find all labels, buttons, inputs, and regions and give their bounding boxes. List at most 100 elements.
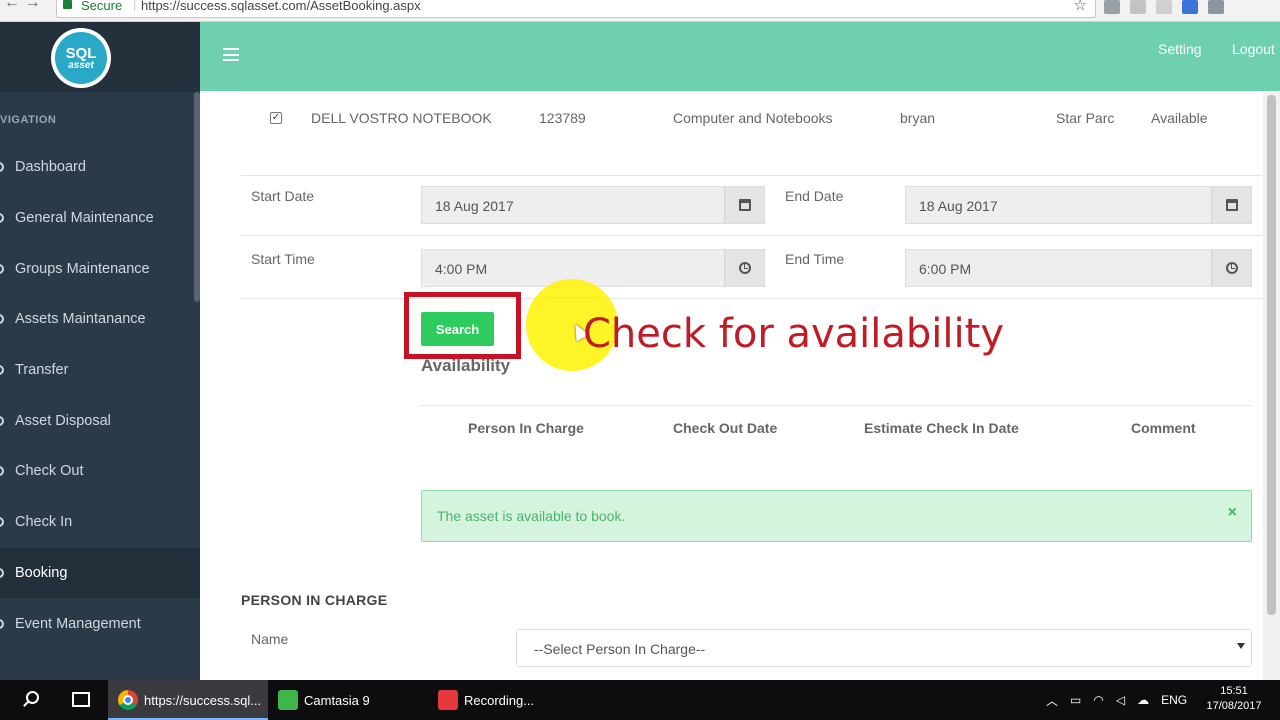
circle-icon [0, 618, 4, 629]
asset-table-row[interactable]: ✓ DELL VOSTRO NOTEBOOK 123789 Computer a… [241, 91, 1252, 143]
sidebar-item-transfer[interactable]: Transfer [0, 345, 200, 396]
column-header-person-in-charge: Person In Charge [468, 420, 584, 436]
sidebar-item-label: Assets Maintanance [15, 311, 146, 328]
sidebar-item-event-management[interactable]: Event Management [0, 598, 200, 649]
calendar-icon [738, 199, 751, 211]
start-date-label: Start Date [251, 188, 315, 204]
recording-icon [438, 690, 458, 710]
circle-icon [0, 466, 4, 477]
logo-text-asset: asset [68, 59, 94, 71]
column-header-check-out-date: Check Out Date [673, 420, 778, 436]
sidebar-item-label: Check In [15, 514, 73, 531]
taskbar-app-camtasia[interactable]: Camtasia 9 [268, 680, 428, 720]
end-date-picker-button[interactable] [1211, 187, 1251, 223]
calendar-icon [1225, 199, 1238, 211]
task-view-icon[interactable] [72, 692, 90, 707]
sidebar-item-label: Event Management [15, 615, 141, 632]
sidebar-item-dashboard[interactable]: Dashboard [0, 142, 200, 193]
taskbar-app-label: Recording... [464, 692, 535, 708]
logout-link[interactable]: Logout [1232, 41, 1275, 57]
search-icon-area[interactable] [0, 680, 48, 720]
url-text[interactable]: https://success.sqlasset.com/AssetBookin… [141, 0, 421, 13]
setting-link[interactable]: Setting [1158, 41, 1202, 57]
logo-text-sql: SQL [65, 44, 97, 62]
asset-status: Available [1151, 110, 1208, 126]
end-date-label: End Date [785, 188, 844, 204]
asset-user: bryan [900, 110, 936, 126]
sidebar-item-groups-maintenance[interactable]: Groups Maintenance [0, 243, 200, 294]
circle-icon [0, 517, 4, 528]
omnibox-separator: | [133, 0, 137, 12]
clock-icon [1225, 262, 1238, 274]
sqlasset-logo[interactable]: SQL asset [51, 28, 111, 88]
alert-message: The asset is available to book. [437, 508, 626, 524]
clock-icon [738, 262, 751, 274]
sidebar-item-label: Booking [15, 564, 68, 581]
select-value: --Select Person In Charge-- [534, 641, 706, 657]
back-forward-icons[interactable]: ← → [4, 0, 40, 12]
navigation-heading: VIGATION [0, 114, 57, 126]
logo-badge: SQL asset [55, 32, 107, 84]
asset-select-checkbox[interactable]: ✓ [270, 112, 282, 124]
person-in-charge-select[interactable]: --Select Person In Charge-- [516, 629, 1252, 667]
search-icon[interactable] [26, 691, 39, 704]
sidebar-item-check-in[interactable]: Check In [0, 497, 200, 548]
address-bar[interactable]: Secure | https://success.sqlasset.com/As… [56, 0, 1096, 18]
camtasia-icon [278, 690, 298, 710]
sidebar-item-general-maintenance[interactable]: General Maintenance [0, 193, 200, 244]
sidebar-item-assets-maintanance[interactable]: Assets Maintanance [0, 294, 200, 345]
column-header-estimate-check-in-date: Estimate Check In Date [864, 420, 1019, 436]
page-scrollbar[interactable] [1263, 91, 1280, 680]
start-time-picker-button[interactable] [724, 250, 764, 286]
language-indicator[interactable]: ENG [1161, 693, 1187, 707]
divider [241, 175, 1262, 176]
circle-icon [0, 567, 4, 578]
close-icon[interactable]: × [1228, 504, 1237, 522]
start-time-field[interactable]: 4:00 PM [421, 249, 765, 287]
sidebar-item-label: General Maintenance [15, 210, 154, 227]
annotation-red-box [404, 292, 521, 359]
taskbar-app-recording[interactable]: Recording... [428, 680, 588, 720]
chrome-icon [118, 690, 138, 710]
windows-taskbar: https://success.sql... Camtasia 9 Record… [0, 680, 1280, 720]
start-date-picker-button[interactable] [724, 187, 764, 223]
divider [241, 298, 1262, 299]
wifi-icon[interactable]: ◠ [1093, 693, 1103, 707]
end-date-field[interactable]: 18 Aug 2017 [905, 186, 1252, 224]
battery-icon[interactable]: ▭ [1070, 693, 1081, 707]
divider [241, 235, 1262, 236]
asset-category: Computer and Notebooks [673, 110, 833, 126]
sidebar-item-asset-disposal[interactable]: Asset Disposal [0, 395, 200, 446]
column-header-comment: Comment [1131, 420, 1196, 436]
extension-icon[interactable] [1208, 0, 1224, 14]
extension-icon[interactable] [1130, 0, 1146, 14]
bookmark-star-icon[interactable]: ☆ [1074, 0, 1087, 14]
extension-icon[interactable] [1156, 0, 1172, 14]
top-header: Setting Logout [200, 22, 1280, 91]
hamburger-menu-icon[interactable] [223, 48, 239, 61]
end-time-label: End Time [785, 251, 845, 267]
sidebar-item-check-out[interactable]: Check Out [0, 446, 200, 497]
taskbar-app-label: https://success.sql... [144, 692, 262, 708]
cloud-icon[interactable]: ☁ [1137, 693, 1149, 707]
taskbar-app-chrome[interactable]: https://success.sql... [108, 680, 268, 720]
extension-icon[interactable] [1182, 0, 1198, 14]
sidebar-item-label: Transfer [15, 362, 69, 379]
start-date-field[interactable]: 18 Aug 2017 [421, 186, 765, 224]
chevron-up-icon[interactable]: ︿ [1046, 692, 1058, 709]
volume-icon[interactable]: ◁ [1116, 693, 1125, 707]
extension-icon[interactable] [1104, 0, 1120, 14]
asset-name: DELL VOSTRO NOTEBOOK [311, 110, 492, 126]
sidebar-item-booking[interactable]: Booking [0, 547, 200, 599]
scrollbar-thumb[interactable] [1267, 95, 1276, 615]
clock-time: 15:51 [1220, 685, 1248, 697]
availability-title: Availability [421, 356, 511, 375]
asset-location: Star Parc [1056, 110, 1115, 126]
sidebar: SQL asset VIGATION Dashboard General Mai… [0, 22, 200, 680]
end-time-field[interactable]: 6:00 PM [905, 249, 1252, 287]
lock-icon [63, 0, 72, 9]
end-time-picker-button[interactable] [1211, 250, 1251, 286]
taskbar-clock[interactable]: 15:51 17/08/2017 [1200, 684, 1268, 714]
clock-date: 17/08/2017 [1206, 700, 1262, 712]
circle-icon [0, 213, 4, 224]
